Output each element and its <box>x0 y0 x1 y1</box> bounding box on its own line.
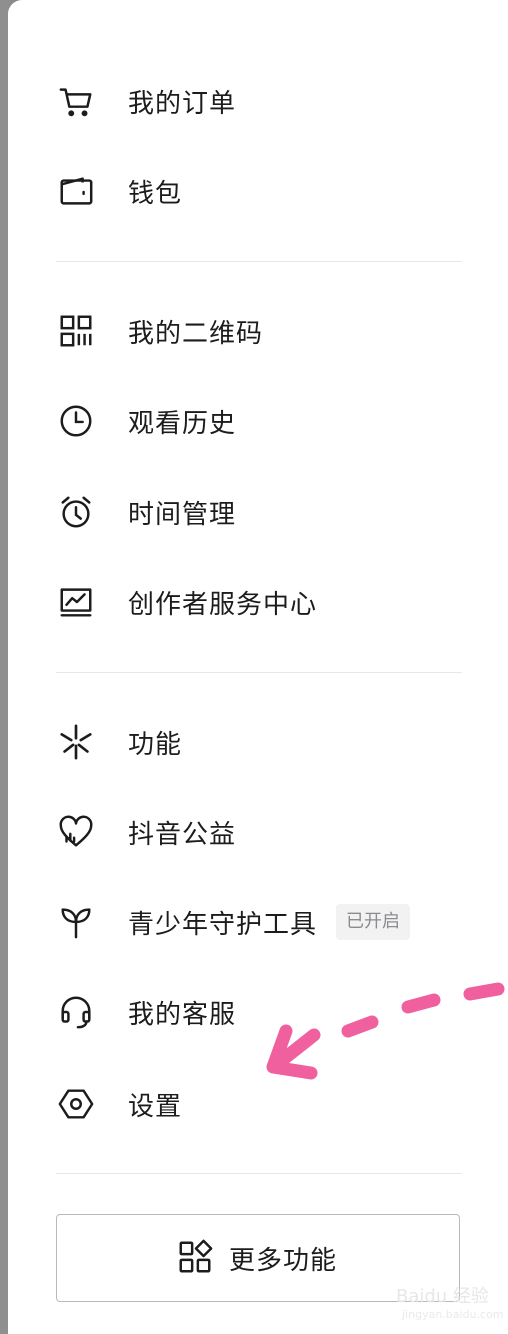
menu-item-label: 观看历史 <box>128 408 237 439</box>
status-badge: 已开启 <box>336 904 410 940</box>
menu-item-watch-history[interactable]: 观看历史 <box>8 386 508 456</box>
menu-item-label: 我的订单 <box>128 88 237 119</box>
menu-item-label: 钱包 <box>128 178 183 209</box>
menu-item-label: 我的客服 <box>128 999 237 1030</box>
watermark: Baidu 经验 <box>396 1286 489 1307</box>
headset-icon <box>56 992 96 1032</box>
menu-item-my-orders[interactable]: 我的订单 <box>8 66 508 136</box>
more-features-label: 更多功能 <box>229 1246 338 1276</box>
menu-item-label: 我的二维码 <box>128 318 264 349</box>
menu-item-customer-service[interactable]: 我的客服 <box>8 977 508 1047</box>
menu-item-label: 功能 <box>128 729 183 760</box>
sparkle-icon <box>56 722 96 762</box>
hexagon-settings-icon <box>56 1084 96 1124</box>
menu-item-label: 青少年守护工具 <box>128 909 318 940</box>
menu-item-settings[interactable]: 设置 <box>8 1069 508 1139</box>
menu-item-wallet[interactable]: 钱包 <box>8 156 508 226</box>
alarm-clock-icon <box>56 492 96 532</box>
menu-item-label: 抖音公益 <box>128 819 237 850</box>
sprout-icon <box>56 902 96 942</box>
menu-item-label: 时间管理 <box>128 499 237 530</box>
menu-item-youth-protection[interactable]: 青少年守护工具 已开启 <box>8 887 508 957</box>
menu-item-douyin-charity[interactable]: 抖音公益 <box>8 797 508 867</box>
menu-item-features[interactable]: 功能 <box>8 707 508 777</box>
menu-item-time-management[interactable]: 时间管理 <box>8 477 508 547</box>
section-divider <box>56 261 462 262</box>
grid-shapes-icon <box>175 1237 215 1277</box>
qr-code-icon <box>56 311 96 351</box>
menu-item-qr-code[interactable]: 我的二维码 <box>8 296 508 366</box>
wallet-icon <box>56 171 96 211</box>
monitor-chart-icon <box>56 582 96 622</box>
clock-icon <box>56 401 96 441</box>
section-divider <box>56 1173 462 1174</box>
side-menu-panel: 我的订单 钱包 我的二维码 观看历史 时间管理 创作者服务中心 功能 抖音公益 … <box>8 0 508 1334</box>
menu-item-creator-center[interactable]: 创作者服务中心 <box>8 567 508 637</box>
heart-icon <box>56 812 96 852</box>
menu-item-label: 设置 <box>128 1091 183 1122</box>
watermark-url: jingyan.baidu.com <box>402 1308 504 1321</box>
cart-icon <box>56 81 96 121</box>
section-divider <box>56 672 462 673</box>
menu-item-label: 创作者服务中心 <box>128 589 318 620</box>
